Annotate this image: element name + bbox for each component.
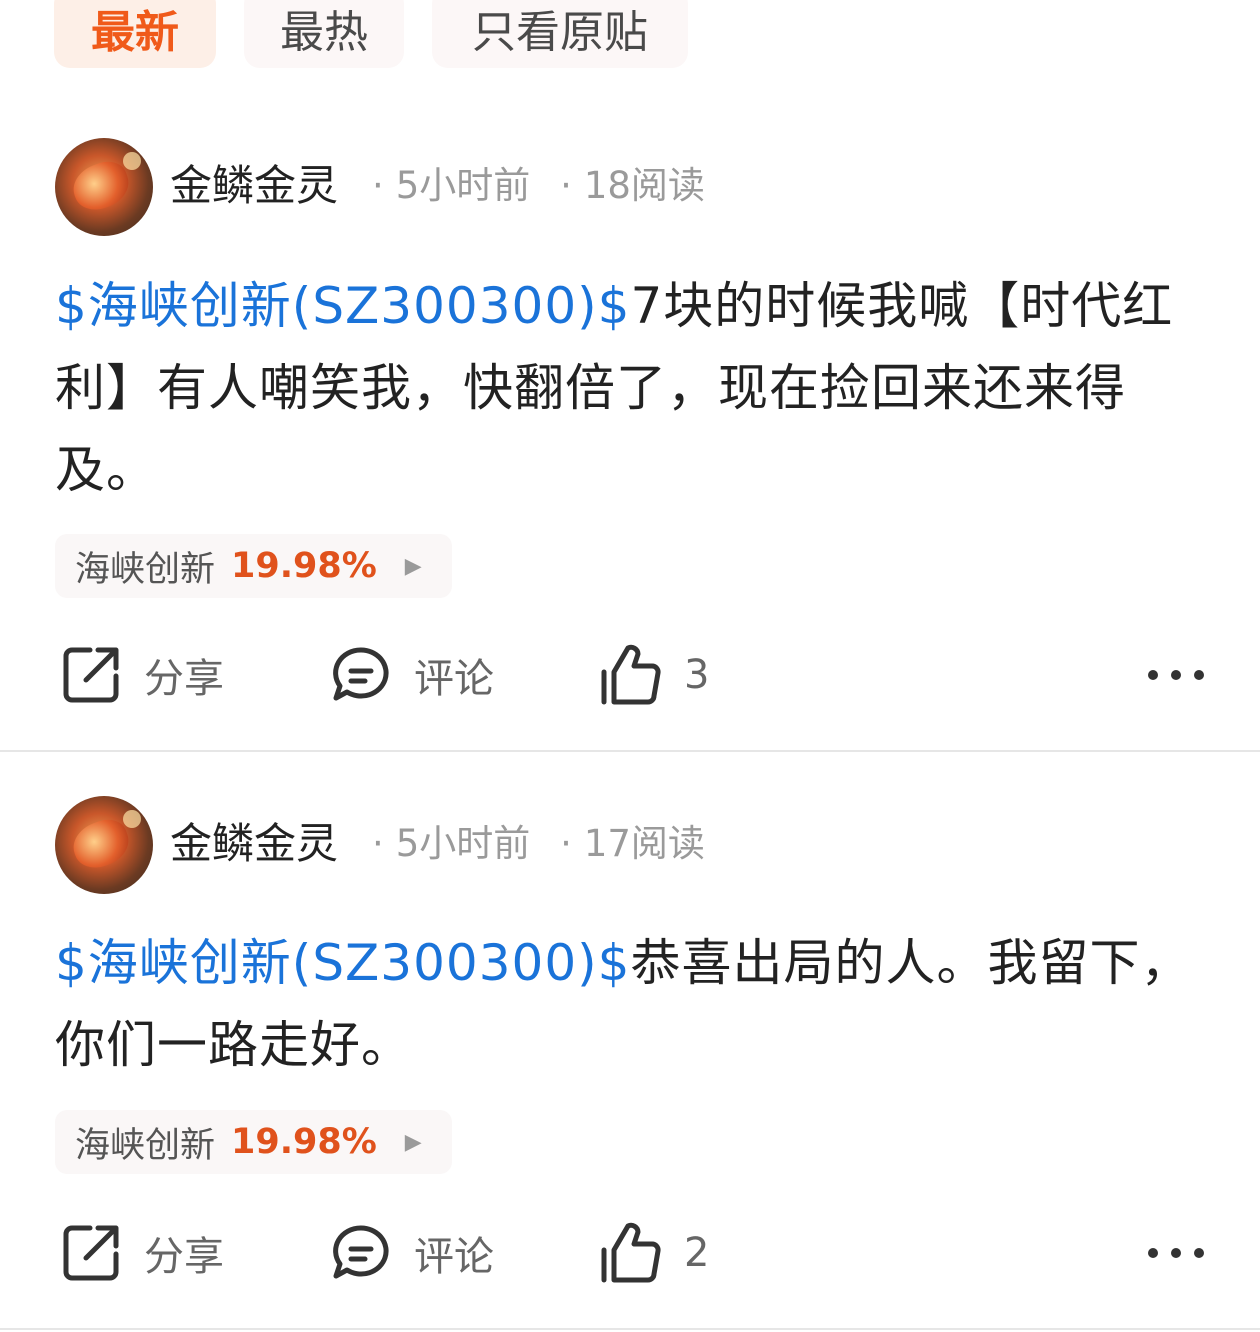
like-count: 2 xyxy=(684,1230,710,1276)
share-label: 分享 xyxy=(144,1234,224,1280)
stock-name: 海峡创新 xyxy=(75,1125,216,1166)
more-options-icon[interactable] xyxy=(1148,1218,1204,1288)
tab-latest[interactable]: 最新 xyxy=(54,0,216,68)
tab-hottest[interactable]: 最热 xyxy=(244,0,404,68)
stock-name: 海峡创新 xyxy=(75,549,216,590)
post-meta: · 5小时前 · 17阅读 xyxy=(372,822,705,865)
avatar[interactable] xyxy=(55,796,153,894)
share-button[interactable]: 分享 xyxy=(60,640,224,710)
post-time: 5小时前 xyxy=(395,822,531,865)
post-divider xyxy=(0,1328,1260,1330)
stock-link[interactable]: $海峡创新(SZ300300)$ xyxy=(55,277,631,335)
comment-label: 评论 xyxy=(414,656,494,702)
post-meta: · 5小时前 · 18阅读 xyxy=(372,164,705,207)
comment-label: 评论 xyxy=(414,1234,494,1280)
comment-icon xyxy=(333,647,389,701)
play-arrow-icon: ▶ xyxy=(404,553,422,579)
stock-change: 19.98% xyxy=(231,546,377,586)
stock-change: 19.98% xyxy=(231,1122,377,1162)
like-count: 3 xyxy=(684,652,710,698)
like-button[interactable]: 2 xyxy=(600,1218,709,1288)
stock-chip[interactable]: 海峡创新 19.98% ▶ xyxy=(55,534,452,598)
stock-link[interactable]: $海峡创新(SZ300300)$ xyxy=(55,934,631,992)
comment-button[interactable]: 评论 xyxy=(330,640,494,710)
action-bar: 分享 评论 2 xyxy=(0,1218,1260,1288)
more-options-icon[interactable] xyxy=(1148,640,1204,710)
author-name[interactable]: 金鳞金灵 xyxy=(170,158,338,214)
post-content[interactable]: $海峡创新(SZ300300)$7块的时候我喊【时代红利】有人嘲笑我，快翻倍了，… xyxy=(55,265,1215,511)
post-time: 5小时前 xyxy=(395,164,531,207)
avatar[interactable] xyxy=(55,138,153,236)
share-icon xyxy=(63,1225,119,1281)
comment-icon xyxy=(333,1225,389,1279)
play-arrow-icon: ▶ xyxy=(404,1129,422,1155)
stock-chip[interactable]: 海峡创新 19.98% ▶ xyxy=(55,1110,452,1174)
thumbs-up-icon xyxy=(601,644,661,705)
share-button[interactable]: 分享 xyxy=(60,1218,224,1288)
post-content[interactable]: $海峡创新(SZ300300)$恭喜出局的人。我留下，你们一路走好。 xyxy=(55,922,1215,1086)
like-button[interactable]: 3 xyxy=(600,640,709,710)
thumbs-up-icon xyxy=(601,1222,661,1283)
author-name[interactable]: 金鳞金灵 xyxy=(170,816,338,872)
sort-tabs: 最新 最热 只看原贴 xyxy=(0,0,1260,80)
action-bar: 分享 评论 3 xyxy=(0,640,1260,710)
read-count: 17阅读 xyxy=(583,822,705,865)
post-divider xyxy=(0,750,1260,752)
read-count: 18阅读 xyxy=(583,164,705,207)
share-icon xyxy=(63,647,119,703)
share-label: 分享 xyxy=(144,656,224,702)
tab-original-only[interactable]: 只看原贴 xyxy=(432,0,688,68)
comment-button[interactable]: 评论 xyxy=(330,1218,494,1288)
